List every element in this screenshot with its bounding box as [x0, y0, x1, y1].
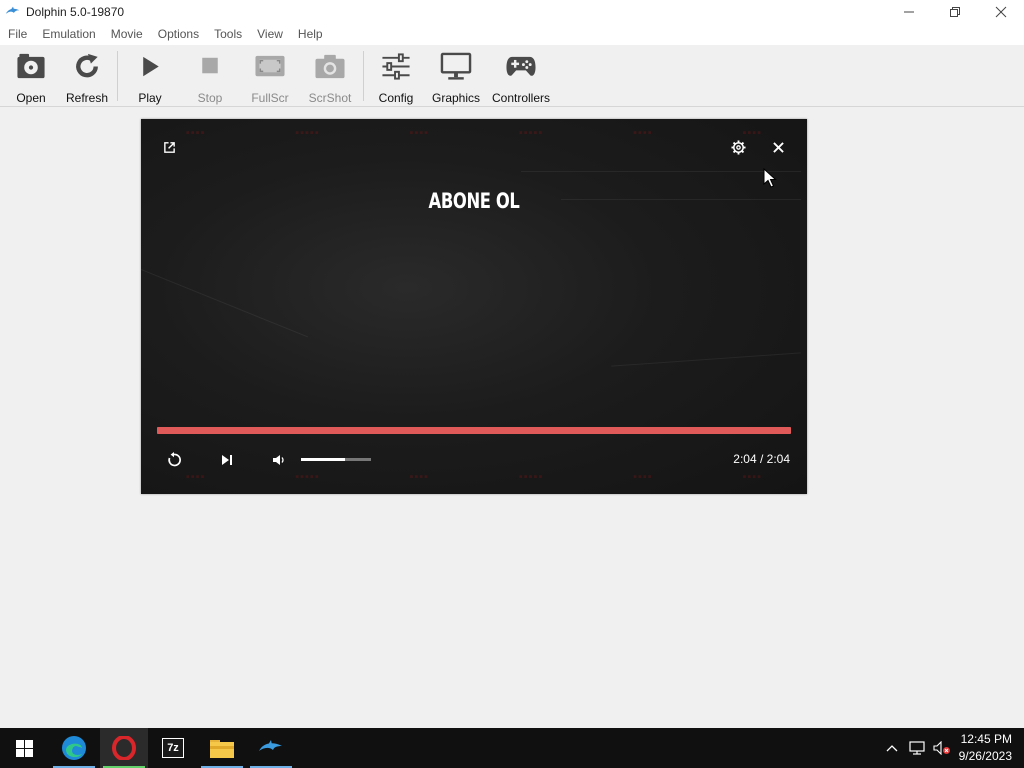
open-button[interactable]: Open — [14, 51, 48, 105]
volume-fill — [301, 458, 346, 461]
taskbar: 7z 12:45 PM 9/26/2023 — [0, 728, 1024, 768]
screenshot-label: ScrShot — [308, 91, 352, 105]
taskbar-clock[interactable]: 12:45 PM 9/26/2023 — [959, 731, 1012, 765]
volume-button[interactable] — [269, 450, 289, 470]
title-bar: Dolphin 5.0-19870 — [0, 0, 1024, 24]
refresh-button[interactable]: Refresh — [66, 51, 108, 105]
restore-icon — [950, 7, 960, 17]
next-icon — [222, 455, 232, 465]
opera-icon — [112, 736, 136, 760]
play-icon — [143, 56, 159, 77]
background-text-row: ▪▪▪▪ ▪▪▪▪▪ ▪▪▪▪ ▪▪▪▪▪ ▪▪▪▪ ▪▪▪▪ — [185, 471, 763, 483]
7zip-icon: 7z — [162, 738, 184, 758]
screenshot-button[interactable]: ScrShot — [308, 51, 352, 105]
settings-button[interactable] — [728, 137, 748, 157]
open-label: Open — [16, 91, 46, 105]
time-display: 2:04 / 2:04 — [733, 452, 790, 466]
config-label: Config — [378, 91, 414, 105]
minimize-button[interactable] — [886, 0, 932, 24]
background-text-row: ▪▪▪▪ ▪▪▪▪▪ ▪▪▪▪ ▪▪▪▪▪ ▪▪▪▪ ▪▪▪▪ — [185, 127, 763, 139]
start-button[interactable] — [0, 728, 48, 768]
replay-button[interactable] — [164, 450, 184, 470]
dolphin-app-icon — [5, 6, 20, 14]
menu-help[interactable]: Help — [290, 24, 330, 45]
menu-tools[interactable]: Tools — [206, 24, 249, 45]
edge-icon — [62, 736, 86, 760]
taskbar-opera[interactable] — [100, 728, 148, 768]
minimize-icon — [904, 11, 914, 13]
taskbar-file-explorer[interactable] — [198, 728, 246, 768]
windows-start-icon — [15, 739, 33, 757]
config-button[interactable]: Config — [377, 51, 415, 105]
next-button[interactable] — [217, 450, 237, 470]
chevron-up-icon[interactable] — [886, 743, 898, 753]
menu-options[interactable]: Options — [150, 24, 206, 45]
refresh-label: Refresh — [65, 91, 109, 105]
system-tray — [886, 728, 951, 768]
fullscreen-icon — [255, 55, 285, 77]
clock-time: 12:45 PM — [960, 732, 1012, 746]
video-frame — [141, 119, 807, 494]
graphics-button[interactable]: Graphics — [432, 51, 480, 105]
taskbar-7zip[interactable]: 7z — [149, 728, 197, 768]
taskbar-edge[interactable] — [50, 728, 98, 768]
controllers-button[interactable]: Controllers — [491, 51, 551, 105]
network-icon[interactable] — [909, 741, 925, 755]
menu-movie[interactable]: Movie — [103, 24, 150, 45]
stop-label: Stop — [197, 91, 223, 105]
mouse-cursor-icon — [763, 168, 777, 188]
file-explorer-icon — [210, 740, 234, 758]
stop-icon — [202, 57, 218, 74]
window-title: Dolphin 5.0-19870 — [26, 5, 125, 19]
progress-fill — [157, 427, 791, 434]
menu-view[interactable]: View — [249, 24, 290, 45]
graphics-label: Graphics — [431, 91, 481, 105]
menu-bar: File Emulation Movie Options Tools View … — [0, 24, 1024, 45]
menu-file[interactable]: File — [0, 24, 34, 45]
video-player[interactable]: ▪▪▪▪ ▪▪▪▪▪ ▪▪▪▪ ▪▪▪▪▪ ▪▪▪▪ ▪▪▪▪ ▪▪▪▪ ▪▪▪▪▪ ▪▪▪▪… — [141, 119, 807, 494]
dolphin-icon — [259, 740, 282, 751]
toolbar-separator — [117, 51, 118, 101]
volume-icon — [273, 455, 284, 465]
monitor-icon — [440, 52, 472, 80]
video-title: ABONE OL — [428, 189, 520, 213]
toolbar-separator — [363, 51, 364, 101]
fullscreen-button[interactable]: FullScr — [251, 51, 289, 105]
clock-date: 9/26/2023 — [958, 749, 1012, 763]
open-external-icon — [163, 141, 175, 153]
restore-button[interactable] — [932, 0, 978, 24]
play-button[interactable]: Play — [136, 51, 164, 105]
menu-emulation[interactable]: Emulation — [34, 24, 102, 45]
taskbar-dolphin[interactable] — [247, 728, 295, 768]
open-disc-icon — [17, 53, 45, 79]
close-icon — [772, 141, 784, 153]
fullscreen-label: FullScr — [251, 91, 289, 105]
open-external-button[interactable] — [159, 137, 179, 157]
stop-button[interactable]: Stop — [195, 51, 225, 105]
toolbar: Open Refresh Play Stop FullScr ScrShot C… — [0, 45, 1024, 107]
volume-muted-icon[interactable] — [933, 741, 951, 755]
controllers-label: Controllers — [491, 91, 551, 105]
camera-icon — [315, 54, 345, 79]
gamepad-icon — [506, 56, 536, 76]
close-player-button[interactable] — [768, 137, 788, 157]
play-label: Play — [138, 91, 162, 105]
settings-icon — [730, 139, 746, 155]
replay-icon — [168, 452, 181, 467]
close-window-button[interactable] — [978, 0, 1024, 24]
sliders-icon — [382, 53, 410, 80]
7zip-label: 7z — [167, 742, 179, 754]
refresh-icon — [76, 53, 98, 78]
close-icon — [995, 6, 1007, 18]
progress-bar[interactable] — [157, 427, 791, 434]
texture-line — [521, 171, 801, 172]
volume-slider[interactable] — [301, 458, 371, 461]
